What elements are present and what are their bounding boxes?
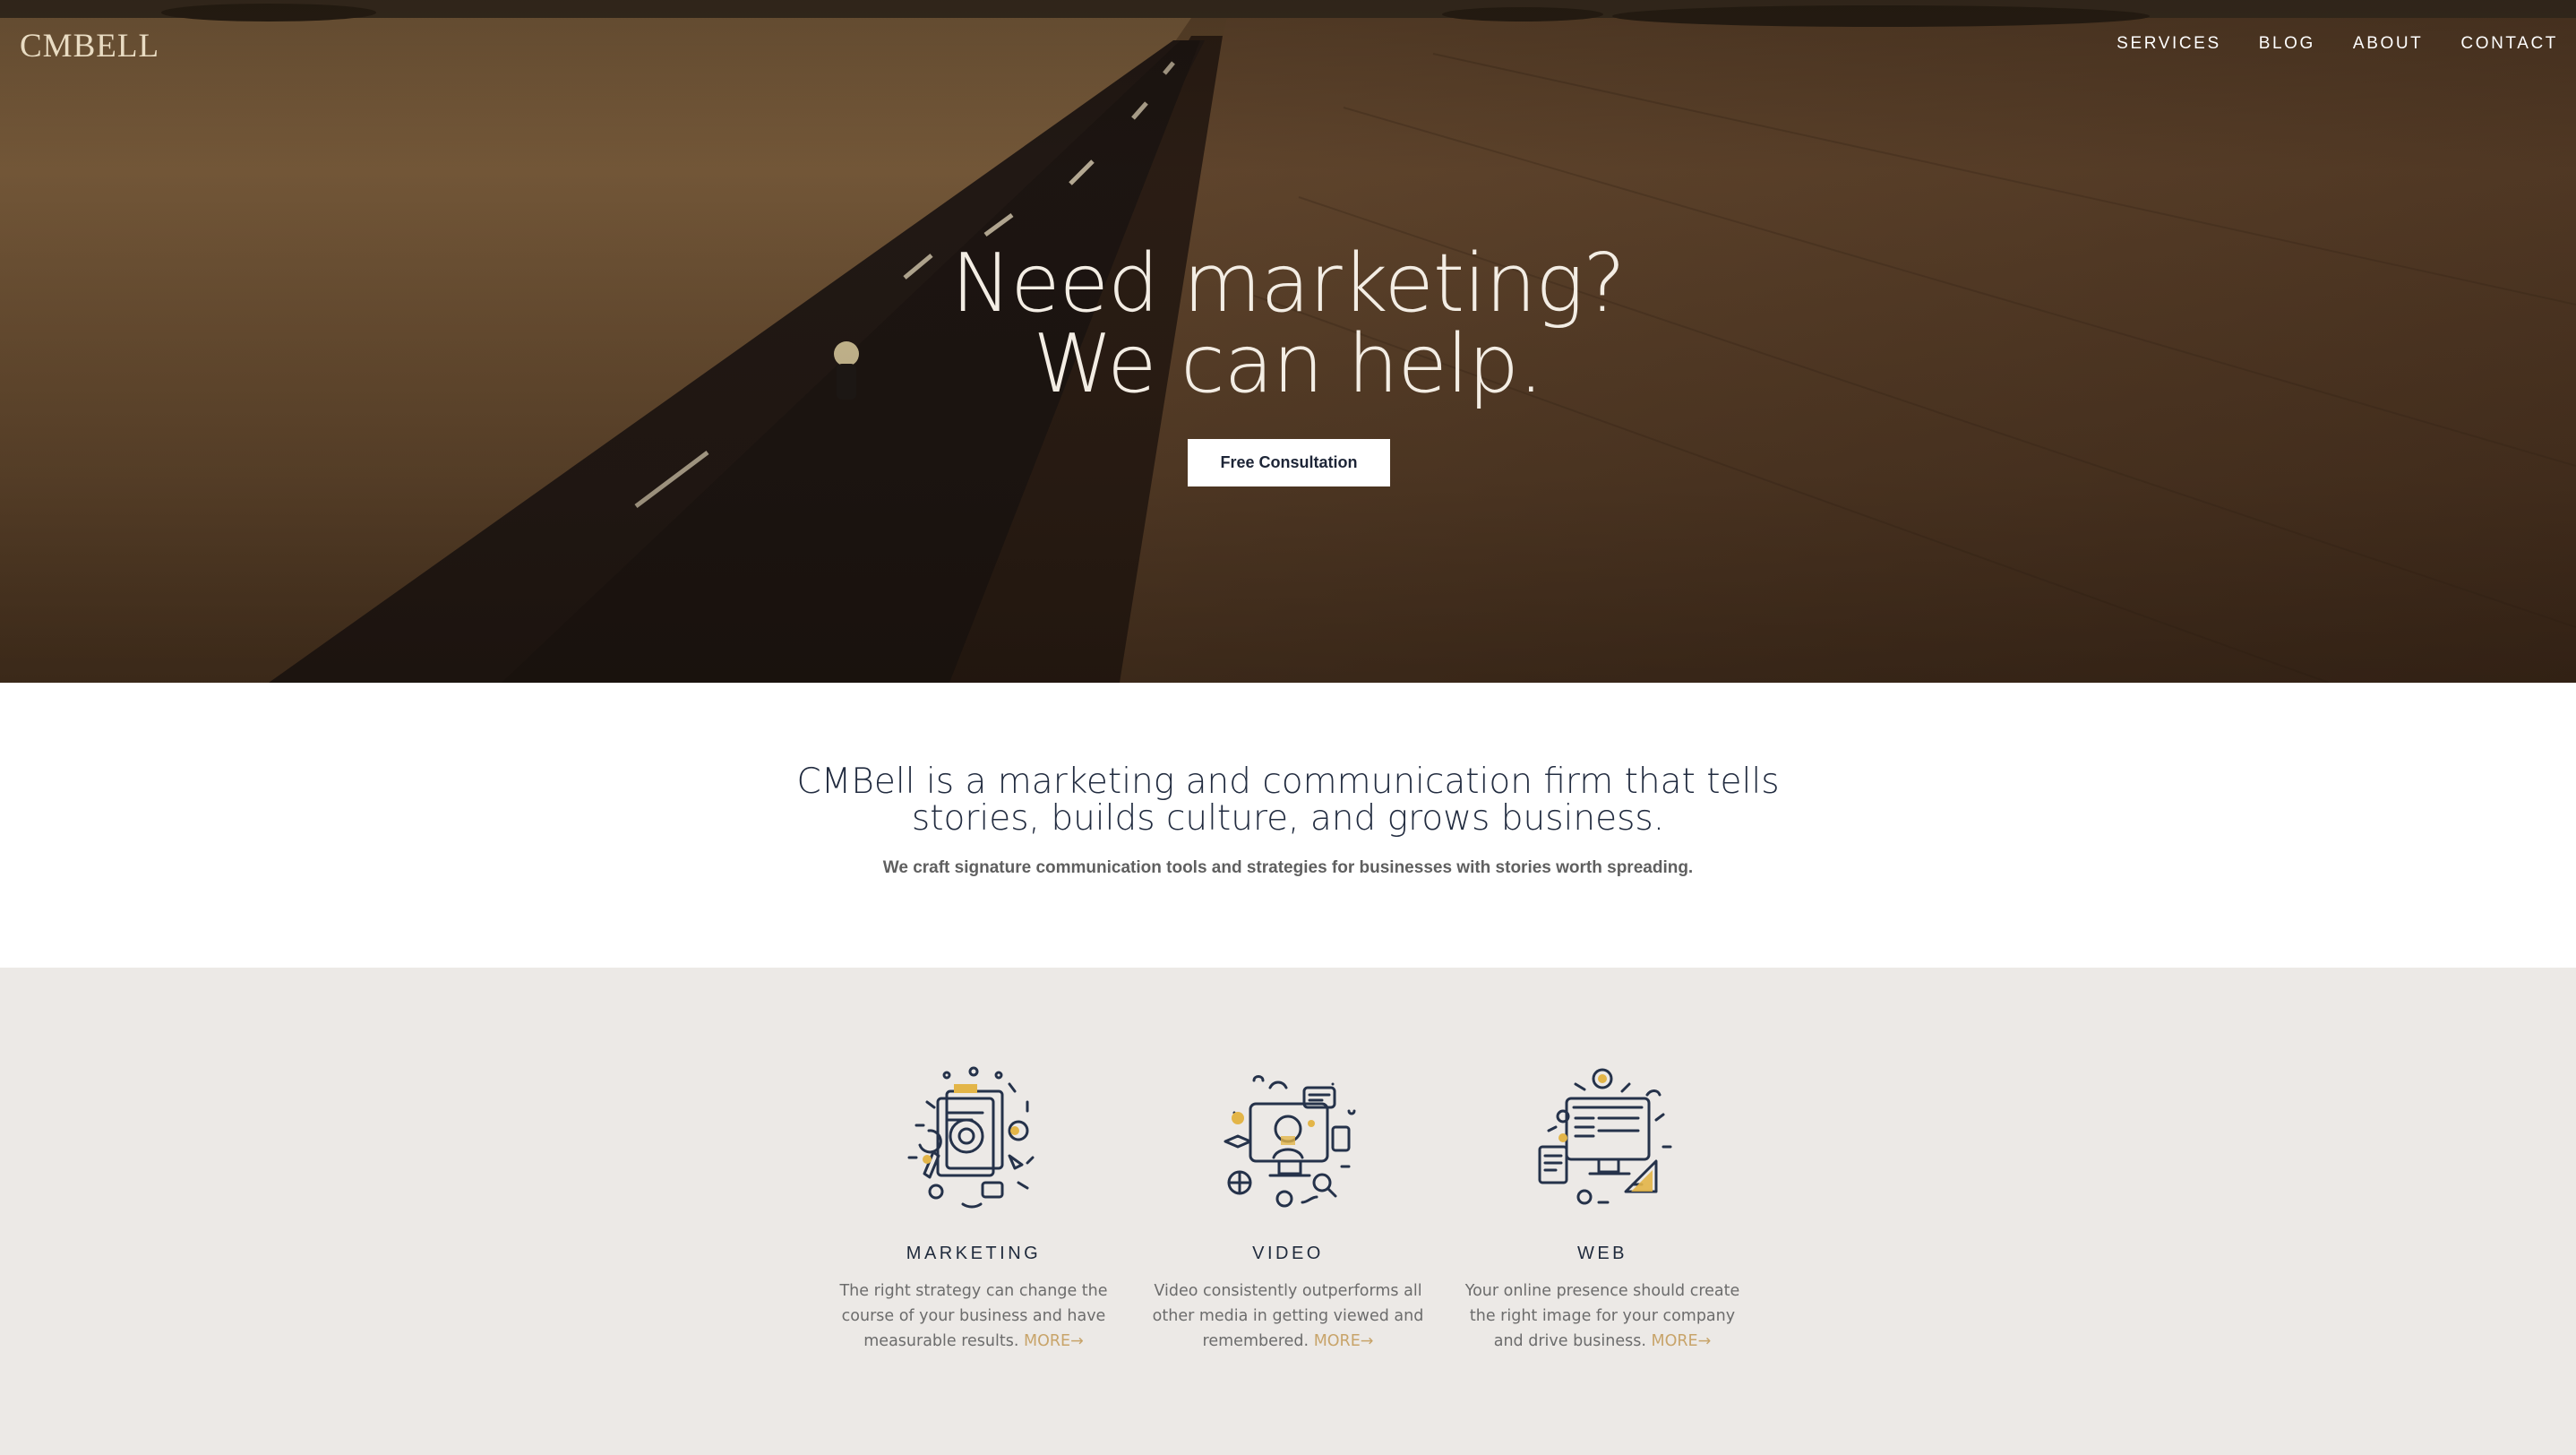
- service-card-marketing: MARKETING The right strategy can change …: [830, 1048, 1117, 1354]
- service-card-video: VIDEO Video consistently outperforms all…: [1145, 1048, 1431, 1354]
- video-more-link[interactable]: MORE→: [1314, 1332, 1374, 1350]
- web-illustration-icon: [1538, 1068, 1672, 1205]
- video-illustration-icon: [1224, 1075, 1356, 1208]
- web-more-link[interactable]: MORE→: [1652, 1332, 1712, 1350]
- service-description-video: Video consistently outperforms all other…: [1145, 1279, 1431, 1354]
- intro-subheading: We craft signature communication tools a…: [882, 858, 1694, 877]
- free-consultation-button[interactable]: Free Consultation: [1188, 439, 1390, 486]
- nav-item-services[interactable]: SERVICES: [2117, 34, 2221, 54]
- site-logo[interactable]: CMBELL: [20, 27, 159, 65]
- service-title-video: VIDEO: [1252, 1244, 1324, 1263]
- nav-item-about[interactable]: ABOUT: [2353, 34, 2423, 54]
- hero-headline: Need marketing? We can help.: [0, 244, 2576, 405]
- nav-item-contact[interactable]: CONTACT: [2460, 34, 2558, 54]
- service-title-web: WEB: [1576, 1244, 1628, 1263]
- marketing-illustration-icon: [907, 1066, 1035, 1209]
- hero-headline-line-2: We can help.: [1033, 317, 1543, 411]
- service-title-marketing: MARKETING: [906, 1244, 1042, 1263]
- intro-heading-line-1: CMBell is a marketing and communication …: [796, 762, 1780, 802]
- main-nav: SERVICES BLOG ABOUT CONTACT: [2079, 34, 2558, 54]
- service-description-text: Video consistently outperforms all other…: [1152, 1282, 1424, 1350]
- marketing-more-link[interactable]: MORE→: [1024, 1332, 1084, 1350]
- services-section: MARKETING The right strategy can change …: [0, 968, 2576, 1455]
- service-card-web: WEB Your online presence should create t…: [1459, 1048, 1746, 1354]
- service-description-web: Your online presence should create the r…: [1459, 1279, 1746, 1354]
- service-description-marketing: The right strategy can change the course…: [830, 1279, 1117, 1354]
- intro-heading-line-2: stories, builds culture, and grows busin…: [911, 798, 1665, 839]
- hero-section: CMBELL SERVICES BLOG ABOUT CONTACT Need …: [0, 0, 2576, 683]
- nav-item-blog[interactable]: BLOG: [2259, 34, 2315, 54]
- intro-section: CMBell is a marketing and communication …: [0, 683, 2576, 968]
- hero-headline-line-1: Need marketing?: [950, 237, 1626, 331]
- intro-heading: CMBell is a marketing and communication …: [0, 763, 2576, 837]
